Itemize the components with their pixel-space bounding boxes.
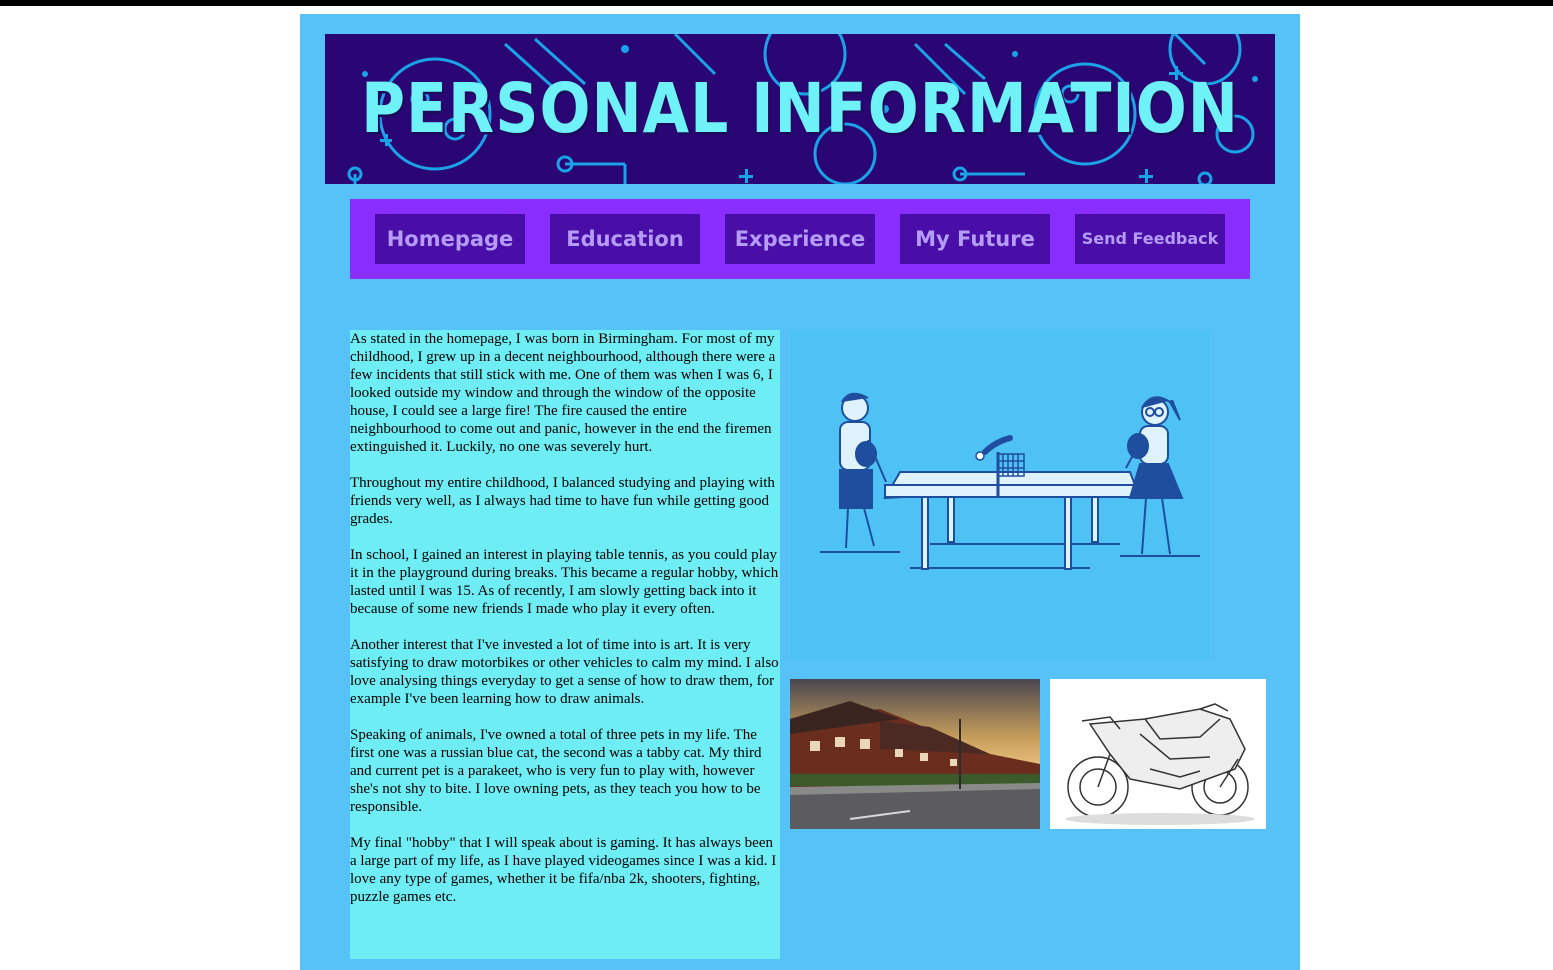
nav-my-future-button[interactable]: My Future <box>900 214 1050 264</box>
header-banner: PERSONAL INFORMATION <box>325 34 1275 184</box>
paragraph: As stated in the homepage, I was born in… <box>350 331 776 455</box>
paragraph: Speaking of animals, I've owned a total … <box>350 727 762 815</box>
neighbourhood-photo <box>790 679 1040 829</box>
personal-info-text: As stated in the homepage, I was born in… <box>350 330 780 959</box>
top-border <box>0 0 1553 6</box>
navigation-bar: Homepage Education Experience My Future … <box>350 199 1250 279</box>
motorbike-sketch <box>1050 679 1266 829</box>
page-title: PERSONAL INFORMATION <box>361 68 1239 150</box>
nav-send-feedback-button[interactable]: Send Feedback <box>1075 214 1225 264</box>
paragraph: My final "hobby" that I will speak about… <box>350 835 777 905</box>
paragraph: Another interest that I've invested a lo… <box>350 637 779 707</box>
paragraph: In school, I gained an interest in playi… <box>350 547 779 617</box>
nav-education-button[interactable]: Education <box>550 214 700 264</box>
nav-experience-button[interactable]: Experience <box>725 214 875 264</box>
page-container: PERSONAL INFORMATION Homepage Education … <box>300 14 1300 970</box>
table-tennis-illustration <box>790 330 1210 660</box>
paragraph: Throughout my entire childhood, I balanc… <box>350 475 775 527</box>
nav-homepage-button[interactable]: Homepage <box>375 214 525 264</box>
